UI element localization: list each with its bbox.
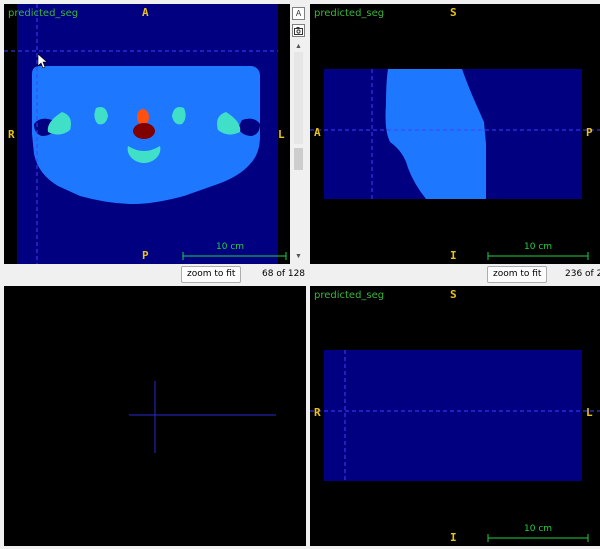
coronal-viewport[interactable]: predicted_seg S I R L 10 cm [310, 286, 600, 546]
scale-label: 10 cm [524, 524, 553, 534]
scrollbar-thumb[interactable] [294, 148, 303, 170]
sagittal-viewport[interactable]: predicted_seg S I A P 10 cm [310, 4, 600, 264]
axial-image [4, 4, 287, 264]
empty-viewport[interactable] [4, 286, 306, 546]
volume-background [324, 350, 582, 481]
text-tool-button[interactable]: A [292, 7, 305, 20]
coronal-image [310, 350, 600, 542]
orientation-right: L [586, 406, 593, 419]
orientation-left: R [314, 406, 321, 419]
scrollbar-track[interactable] [294, 52, 303, 144]
orientation-bottom: I [450, 249, 457, 262]
orientation-right: L [278, 128, 285, 141]
scroll-down-icon[interactable]: ▼ [293, 252, 304, 261]
camera-icon[interactable] [292, 24, 305, 37]
viewer-toolbar: A ▲ ▼ [291, 4, 306, 264]
orientation-right: P [586, 126, 593, 139]
orientation-top: S [450, 6, 457, 19]
scale-label: 10 cm [216, 242, 245, 252]
orientation-bottom: I [450, 531, 457, 544]
slice-indicator: 68 of 128 [262, 269, 306, 279]
scroll-up-icon[interactable]: ▲ [293, 42, 304, 51]
orientation-bottom: P [142, 249, 149, 262]
vertebral-body [133, 123, 155, 139]
slice-indicator: 236 of 25 [565, 269, 600, 279]
orientation-left: A [314, 126, 321, 139]
empty-image [129, 381, 276, 453]
scale-label: 10 cm [524, 242, 553, 252]
orientation-top: A [142, 6, 149, 19]
layer-label: predicted_seg [314, 290, 385, 301]
layer-label: predicted_seg [8, 8, 79, 19]
orientation-left: R [8, 128, 15, 141]
zoom-to-fit-button[interactable]: zoom to fit [487, 266, 548, 283]
zoom-to-fit-button[interactable]: zoom to fit [181, 266, 242, 283]
orientation-top: S [450, 288, 457, 301]
axial-viewport[interactable]: predicted_seg A P R L 10 cm [4, 4, 290, 264]
spinal-cord [137, 109, 149, 125]
layer-label: predicted_seg [314, 8, 385, 19]
sagittal-image [310, 69, 600, 260]
